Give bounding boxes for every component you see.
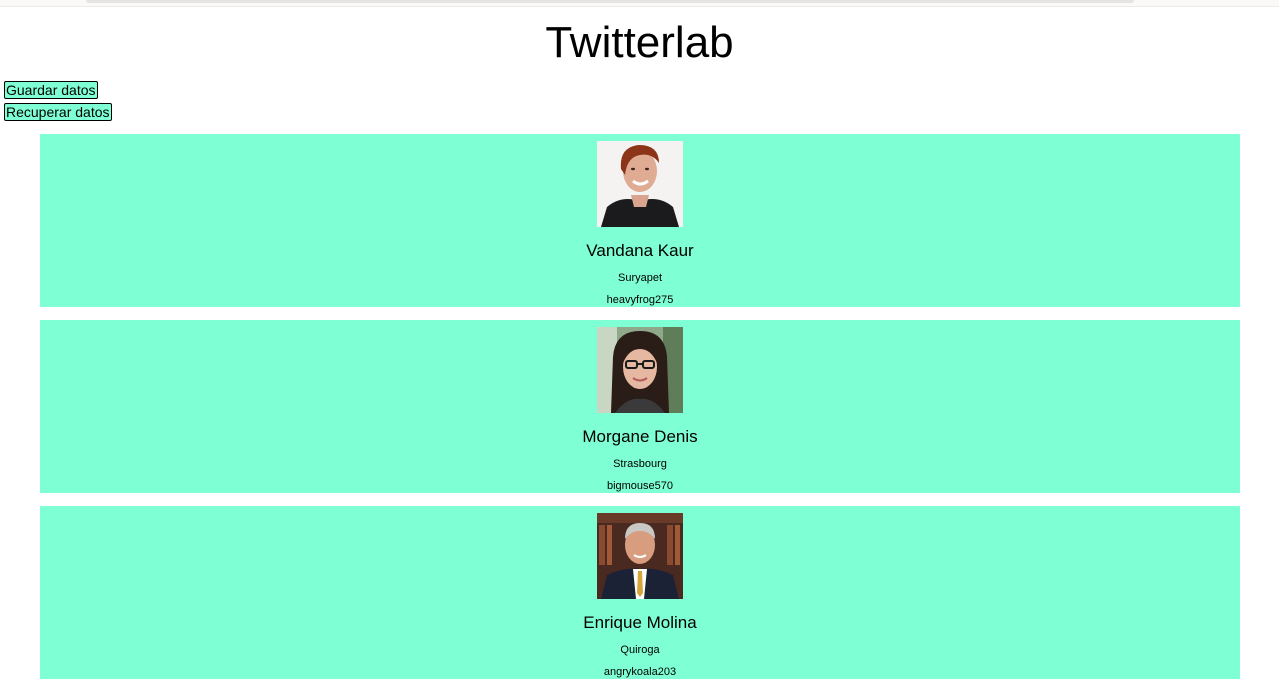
user-card: Enrique Molina Quiroga angrykoala203 bbox=[40, 506, 1240, 679]
user-handle: angrykoala203 bbox=[603, 666, 677, 678]
user-name: Enrique Molina bbox=[583, 613, 697, 632]
user-city: Quiroga bbox=[620, 644, 660, 656]
user-handle: bigmouse570 bbox=[606, 480, 674, 492]
load-data-button[interactable]: Recuperar datos bbox=[4, 103, 112, 121]
address-bar-edge bbox=[86, 0, 1134, 3]
page-title: Twitterlab bbox=[545, 18, 734, 67]
user-city: Strasbourg bbox=[613, 458, 667, 470]
user-handle: heavyfrog275 bbox=[606, 294, 674, 306]
user-city: Suryapet bbox=[617, 272, 663, 284]
user-card-list: Vandana Kaur Suryapet heavyfrog275 Morga… bbox=[40, 134, 1240, 692]
browser-top-strip bbox=[0, 0, 1279, 7]
user-card: Vandana Kaur Suryapet heavyfrog275 bbox=[40, 134, 1240, 307]
user-name: Morgane Denis bbox=[582, 427, 698, 446]
user-card: Morgane Denis Strasbourg bigmouse570 bbox=[40, 320, 1240, 493]
avatar bbox=[597, 141, 683, 227]
save-data-button[interactable]: Guardar datos bbox=[4, 81, 98, 99]
user-name: Vandana Kaur bbox=[586, 241, 694, 260]
avatar bbox=[597, 327, 683, 413]
avatar bbox=[597, 513, 683, 599]
